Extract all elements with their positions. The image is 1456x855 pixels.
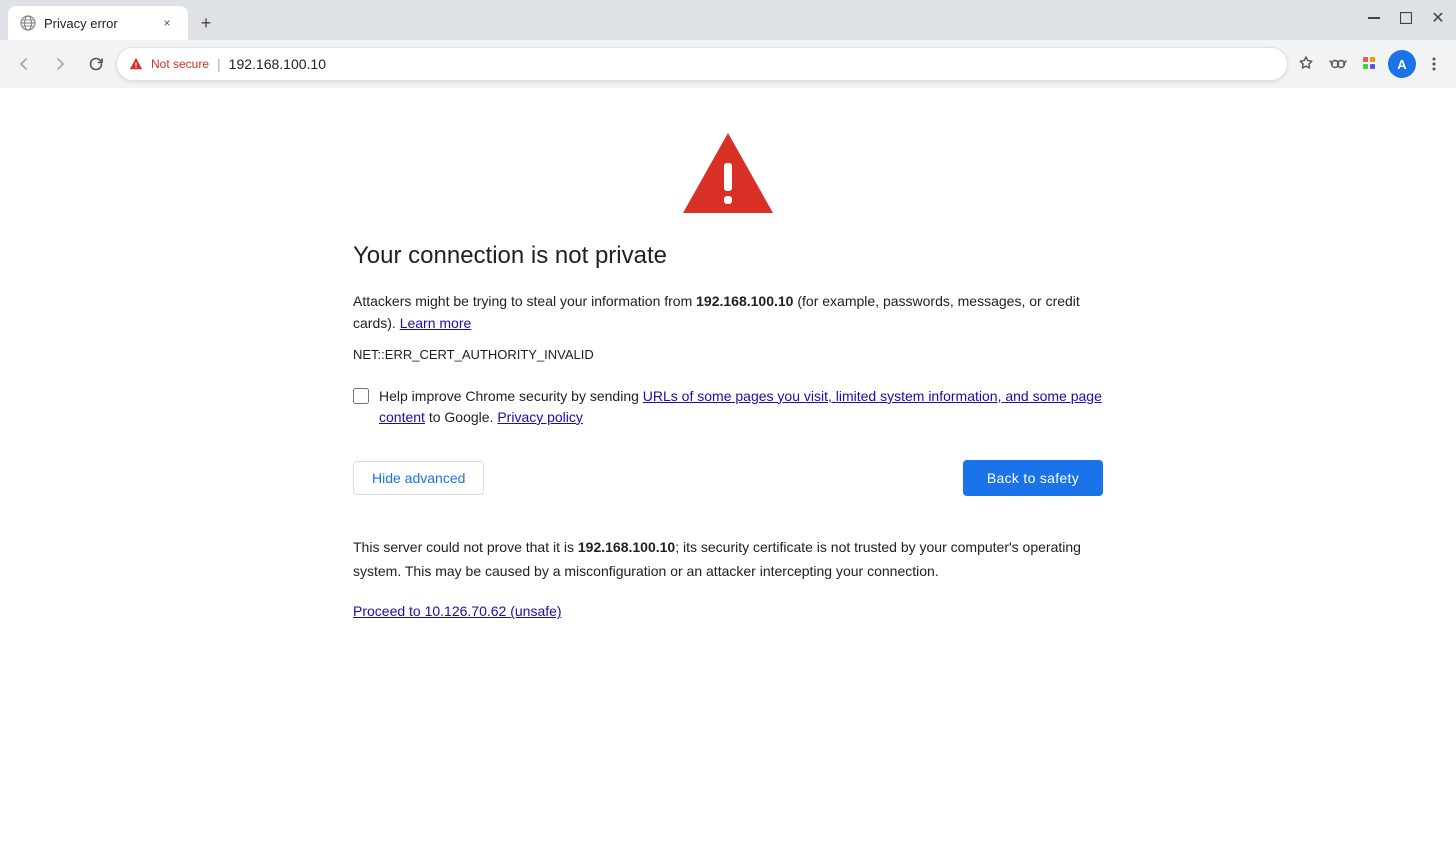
maximize-button[interactable] (1396, 8, 1416, 28)
proceed-link[interactable]: Proceed to 10.126.70.62 (unsafe) (353, 603, 562, 619)
menu-button[interactable] (1420, 50, 1448, 78)
browser-frame: Privacy error × + ✕ (0, 0, 1456, 855)
reload-button[interactable] (80, 48, 112, 80)
checkbox-label-part2: to Google. (425, 409, 494, 425)
security-warning-icon (129, 57, 143, 71)
window-controls: ✕ (1364, 8, 1448, 28)
close-window-button[interactable]: ✕ (1428, 8, 1448, 28)
extension-puzzle-icon[interactable] (1356, 50, 1384, 78)
page-content: Your connection is not private Attackers… (0, 88, 1456, 855)
profile-button[interactable]: A (1388, 50, 1416, 78)
improve-security-checkbox[interactable] (353, 388, 369, 404)
bookmark-button[interactable] (1292, 50, 1320, 78)
back-button[interactable] (8, 48, 40, 80)
warning-icon-wrap (353, 128, 1103, 218)
active-tab[interactable]: Privacy error × (8, 6, 188, 40)
checkbox-label-part1: Help improve Chrome security by sending (379, 388, 643, 404)
url-display: 192.168.100.10 (229, 56, 326, 72)
tab-favicon (20, 15, 36, 31)
learn-more-link[interactable]: Learn more (400, 315, 472, 331)
forward-button[interactable] (44, 48, 76, 80)
address-bar-row: Not secure | 192.168.100.10 (0, 40, 1456, 88)
checkbox-label: Help improve Chrome security by sending … (379, 386, 1103, 428)
error-container: Your connection is not private Attackers… (353, 128, 1103, 619)
tab-title: Privacy error (44, 16, 118, 31)
checkbox-row: Help improve Chrome security by sending … (353, 386, 1103, 428)
tab-bar: Privacy error × + ✕ (0, 0, 1456, 40)
description-ip: 192.168.100.10 (696, 293, 793, 309)
extension-spy-icon[interactable] (1324, 50, 1352, 78)
error-code: NET::ERR_CERT_AUTHORITY_INVALID (353, 347, 594, 362)
back-to-safety-button[interactable]: Back to safety (963, 460, 1103, 496)
tab-close-button[interactable]: × (158, 14, 176, 32)
minimize-button[interactable] (1364, 8, 1384, 28)
address-bar[interactable]: Not secure | 192.168.100.10 (116, 47, 1288, 81)
description-part1: Attackers might be trying to steal your … (353, 293, 696, 309)
buttons-row: Hide advanced Back to safety (353, 460, 1103, 496)
hide-advanced-button[interactable]: Hide advanced (353, 461, 484, 495)
warning-triangle-icon (678, 128, 778, 218)
server-desc-part1: This server could not prove that it is (353, 539, 578, 555)
page-title: Your connection is not private (353, 242, 667, 270)
privacy-policy-link[interactable]: Privacy policy (497, 409, 583, 425)
toolbar-actions: A (1292, 50, 1448, 78)
not-secure-label: Not secure (151, 57, 209, 71)
server-description: This server could not prove that it is 1… (353, 536, 1103, 584)
server-desc-ip: 192.168.100.10 (578, 539, 675, 555)
description-text: Attackers might be trying to steal your … (353, 290, 1103, 335)
new-tab-button[interactable]: + (192, 9, 220, 37)
url-separator: | (217, 56, 221, 72)
